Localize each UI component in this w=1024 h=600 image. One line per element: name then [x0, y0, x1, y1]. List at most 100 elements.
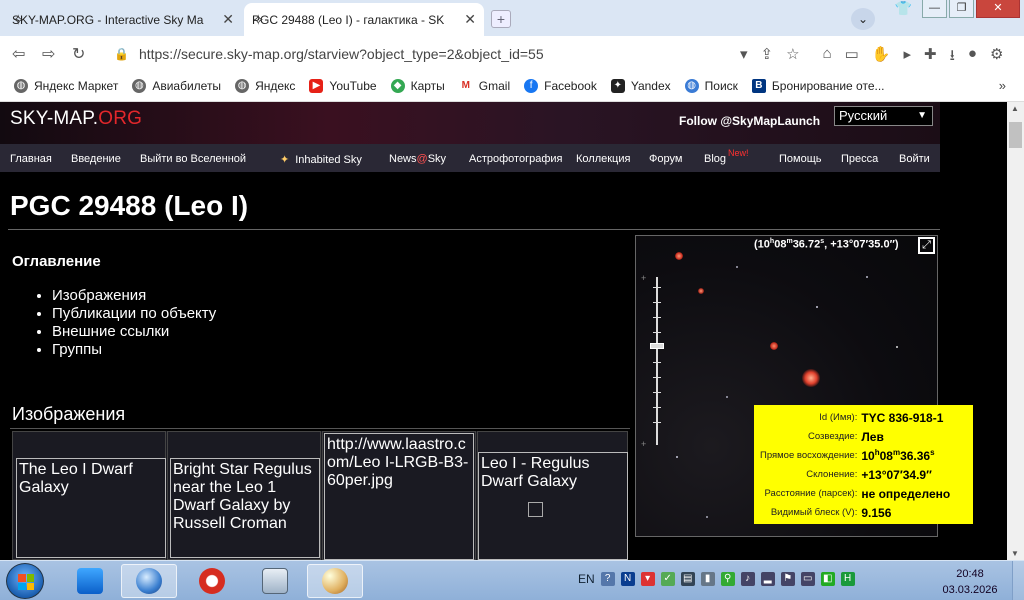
site-logo[interactable]: SKY-MAP.ORG [10, 108, 142, 130]
taskbar-tv-app[interactable] [62, 564, 118, 598]
forward-icon[interactable]: ⇨ [42, 44, 55, 64]
scrollbar-thumb[interactable] [1009, 122, 1022, 148]
bookmark-booking[interactable]: B Бронирование оте... [751, 78, 885, 93]
scroll-down-icon[interactable]: ▼ [1011, 549, 1019, 558]
minimize-button[interactable]: — [922, 0, 947, 18]
menu-collection[interactable]: Коллекция [576, 153, 630, 165]
n-app-icon[interactable]: N [620, 572, 635, 586]
lock-icon[interactable]: 🔒 [114, 47, 129, 61]
tab-pgc-29488[interactable]: ✧ PGC 29488 (Leo I) - галактика - SK ✕ [244, 3, 484, 36]
close-window-button[interactable]: ✕ [976, 0, 1020, 18]
bookmark-gmail[interactable]: M Gmail [458, 78, 510, 93]
toc-item-external-links[interactable]: Внешние ссылки [52, 323, 216, 341]
battery-icon[interactable]: ▮ [700, 572, 715, 586]
toc-item-groups[interactable]: Группы [52, 341, 216, 359]
url-text[interactable]: https://secure.sky-map.org/starview?obje… [139, 46, 820, 62]
tab-sky-map-home[interactable]: ✧ SKY-MAP.ORG - Interactive Sky Ma ✕ [4, 3, 242, 36]
toc-heading: Оглавление [12, 253, 101, 270]
reload-icon[interactable]: ↻ [72, 44, 85, 64]
gallery-image[interactable]: Leo I - Regulus Dwarf Galaxy [478, 452, 628, 560]
dropdown-arrow-icon[interactable]: ▾ [740, 45, 748, 70]
update-icon[interactable]: ✓ [660, 572, 675, 586]
network-icon[interactable]: ▂ [760, 572, 775, 586]
home-icon[interactable]: ⌂ [823, 45, 832, 70]
arrow-right-icon[interactable]: ▸ [904, 45, 912, 70]
menu-astrophoto[interactable]: Астрофотография [469, 153, 562, 165]
h-app-icon[interactable]: H [840, 572, 855, 586]
taskbar-antivirus[interactable] [184, 564, 240, 598]
bookmark-yandex[interactable]: ◍ Яндекс [235, 78, 295, 93]
antivirus-tray-icon[interactable]: ▾ [640, 572, 655, 586]
bookmark-youtube[interactable]: ▶ YouTube [309, 78, 377, 93]
page-viewport: SKY-MAP.ORG Follow @SkyMapLaunch Русский… [0, 102, 1007, 560]
back-icon[interactable]: ⇦ [12, 44, 25, 64]
menu-news-sky[interactable]: News@Sky [389, 153, 446, 165]
select-checkbox[interactable] [528, 502, 543, 517]
bookmark-aviabilety[interactable]: ◍ Авиабилеты [132, 78, 221, 93]
flag-icon[interactable]: ⚑ [780, 572, 795, 586]
language-select[interactable]: Русский ▼ [834, 106, 933, 126]
bookmark-search[interactable]: ◍ Поиск [684, 78, 738, 93]
address-bar[interactable]: 🔒 https://secure.sky-map.org/starview?ob… [100, 40, 820, 67]
sidebar-icon[interactable]: ▭ [845, 45, 859, 70]
bookmark-yandex-2[interactable]: ✦ Yandex [610, 78, 671, 93]
menu-inhabited-sky[interactable]: ✦ Inhabited Sky [280, 153, 362, 166]
start-button[interactable] [6, 563, 44, 599]
taskbar: EN ? N ▾ ✓ ▤ ▮ ⚲ ♪ ▂ ⚑ ▭ ◧ H 20:48 03.03… [0, 560, 1024, 600]
taskbar-control-panel[interactable] [247, 564, 303, 598]
language-indicator[interactable]: EN [578, 572, 595, 586]
close-icon[interactable]: ✕ [222, 11, 234, 28]
help-icon[interactable]: ? [600, 572, 615, 586]
taskbar-browser[interactable] [121, 564, 177, 598]
app-tray-icon[interactable]: ◧ [820, 572, 835, 586]
hand-icon[interactable]: ✋ [872, 45, 891, 70]
clock[interactable]: 20:48 03.03.2026 [940, 566, 1000, 598]
theme-icon[interactable]: 👕 [891, 0, 916, 18]
zoom-out-icon[interactable]: + [641, 439, 646, 449]
bookmark-star-icon[interactable]: ☆ [786, 45, 799, 70]
bookmark-maps[interactable]: ◆ Карты [390, 78, 445, 93]
menu-intro[interactable]: Введение [71, 153, 121, 165]
profile-icon[interactable]: ● [968, 45, 977, 70]
gallery-image[interactable]: http://www.laastro.com/Leo I-LRGB-B3-60p… [324, 433, 474, 560]
scroll-up-icon[interactable]: ▲ [1011, 104, 1019, 113]
menu-blog[interactable]: Blog New! [704, 148, 749, 165]
menu-login[interactable]: Войти [899, 153, 930, 165]
zoom-slider-handle[interactable] [650, 343, 664, 349]
restore-button[interactable]: ❐ [949, 0, 974, 18]
close-icon[interactable]: ✕ [464, 11, 476, 28]
new-tab-button[interactable]: + [491, 10, 511, 28]
menu-help[interactable]: Помощь [779, 153, 822, 165]
zoom-tick [653, 287, 661, 288]
volume-icon[interactable]: ♪ [740, 572, 755, 586]
taskbar-paint[interactable] [307, 564, 363, 598]
zoom-in-icon[interactable]: + [641, 273, 646, 283]
clipboard-icon[interactable]: ▤ [680, 572, 695, 586]
settings-gear-icon[interactable]: ⚙ [990, 45, 1003, 70]
menu-press[interactable]: Пресса [841, 153, 878, 165]
ra-seconds: 36.36 [900, 449, 931, 463]
bookmark-yandex-market[interactable]: ◍ Яндекс Маркет [14, 78, 118, 93]
usb-icon[interactable]: ⚲ [720, 572, 735, 586]
display-icon[interactable]: ▭ [800, 572, 815, 586]
more-bookmarks-icon[interactable]: » [999, 78, 1006, 93]
toc-item-publications[interactable]: Публикации по объекту [52, 305, 216, 323]
bookmark-facebook[interactable]: f Facebook [524, 78, 597, 93]
download-icon[interactable]: ⭳ [950, 45, 955, 70]
share-icon[interactable]: ⇪ [761, 45, 774, 70]
show-desktop-button[interactable] [1012, 561, 1024, 600]
gallery-image[interactable]: Bright Star Regulus near the Leo 1 Dwarf… [170, 458, 320, 558]
tab-search-button[interactable]: ⌄ [851, 8, 875, 30]
gallery-image[interactable]: The Leo I Dwarf Galaxy [16, 458, 166, 558]
logo-part [26, 574, 34, 582]
page-scrollbar[interactable]: ▲ ▼ [1007, 102, 1024, 560]
fullscreen-icon[interactable]: ⤢ [918, 237, 935, 254]
info-row-constellation: Созвездие: Лев [758, 427, 952, 446]
extensions-icon[interactable]: ✚ [924, 45, 937, 70]
follow-link[interactable]: Follow @SkyMapLaunch [679, 114, 820, 128]
toc-item-images[interactable]: Изображения [52, 287, 216, 305]
image-alt-text: The Leo I Dwarf Galaxy [19, 461, 133, 496]
menu-forum[interactable]: Форум [649, 153, 682, 165]
menu-exit-universe[interactable]: Выйти во Вселенной [140, 153, 246, 165]
menu-home[interactable]: Главная [10, 153, 52, 165]
